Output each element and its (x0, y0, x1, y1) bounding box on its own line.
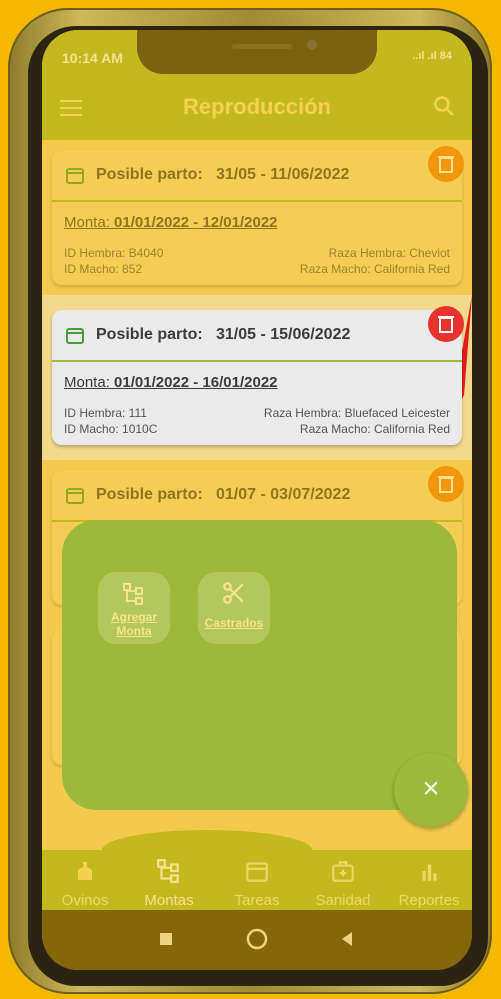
bar-chart-icon (422, 864, 437, 881)
bottom-navigation: Ovinos Montas Tareas Sanidad Reportes (42, 830, 472, 910)
medical-kit-icon (332, 861, 354, 882)
recents-button-icon[interactable] (159, 932, 173, 946)
trash-icon (438, 156, 454, 173)
back-button-icon[interactable] (340, 931, 354, 947)
home-button-icon[interactable] (246, 928, 268, 950)
monta-card[interactable]: Posible parto: 31/05 - 11/06/2022 Monta:… (52, 146, 464, 285)
status-time: 10:14 AM (62, 50, 123, 66)
delete-button[interactable] (428, 146, 464, 182)
nav-ovinos[interactable]: Ovinos (42, 858, 128, 909)
close-fab-button[interactable]: × (394, 753, 468, 827)
calendar-icon (66, 168, 84, 184)
page-title: Reproducción (183, 94, 331, 119)
raza-macho: Raza Macho: California Red (299, 422, 450, 436)
raza-hembra: Raza Hembra: Bluefaced Leicester (263, 406, 450, 420)
raza-hembra: Raza Hembra: Cheviot (328, 246, 450, 260)
fab-menu-panel: Agregar Monta Castrados (62, 520, 457, 810)
calendar-icon (66, 488, 84, 504)
monta-card-selected[interactable]: Posible parto: 31/05 - 15/06/2022 Monta:… (52, 306, 464, 445)
id-hembra: ID Hembra: B4040 (64, 246, 164, 260)
delete-button[interactable] (428, 306, 464, 342)
id-hembra: ID Hembra: 111 (64, 406, 147, 420)
id-macho: ID Macho: 852 (64, 262, 143, 276)
agregar-monta-button[interactable]: Agregar Monta (98, 572, 170, 644)
nav-montas[interactable]: Montas (126, 858, 212, 909)
monta-dates: Monta: 01/01/2022 - 16/01/2022 (64, 374, 278, 391)
app-bar: Reproducción (42, 78, 472, 140)
trash-icon (438, 476, 454, 493)
nav-tareas[interactable]: Tareas (214, 858, 300, 909)
signal-battery-icon: ..ıl .ıl 84 (412, 50, 452, 62)
trash-icon (438, 316, 454, 333)
sheep-icon (78, 862, 92, 880)
monta-dates: Monta: 01/01/2022 - 12/01/2022 (64, 214, 278, 231)
calendar-icon (246, 862, 268, 882)
status-bar: 10:14 AM ..ıl .ıl 84 (42, 30, 472, 78)
calendar-icon (66, 328, 84, 344)
system-navigation-bar (42, 910, 472, 970)
posible-parto-label: Posible parto: (96, 486, 203, 503)
hierarchy-icon (123, 583, 143, 605)
search-icon[interactable] (432, 94, 456, 118)
posible-parto-label: Posible parto: (96, 326, 203, 343)
delete-button[interactable] (428, 466, 464, 502)
scissors-icon (223, 582, 244, 604)
posible-parto-range: 01/07 - 03/07/2022 (216, 486, 351, 503)
posible-parto-range: 31/05 - 11/06/2022 (216, 166, 350, 183)
id-macho: ID Macho: 1010C (64, 422, 158, 436)
raza-macho: Raza Macho: California Red (299, 262, 450, 276)
posible-parto-label: Posible parto: (96, 166, 203, 183)
camera-notch (137, 30, 377, 74)
phone-screen: 10:14 AM ..ıl .ıl 84 Reproducción Posibl… (42, 30, 472, 970)
hierarchy-icon (157, 859, 179, 883)
nav-sanidad[interactable]: Sanidad (300, 858, 386, 909)
nav-reportes[interactable]: Reportes (386, 858, 472, 909)
castrados-button[interactable]: Castrados (198, 572, 270, 644)
posible-parto-range: 31/05 - 15/06/2022 (216, 326, 351, 343)
